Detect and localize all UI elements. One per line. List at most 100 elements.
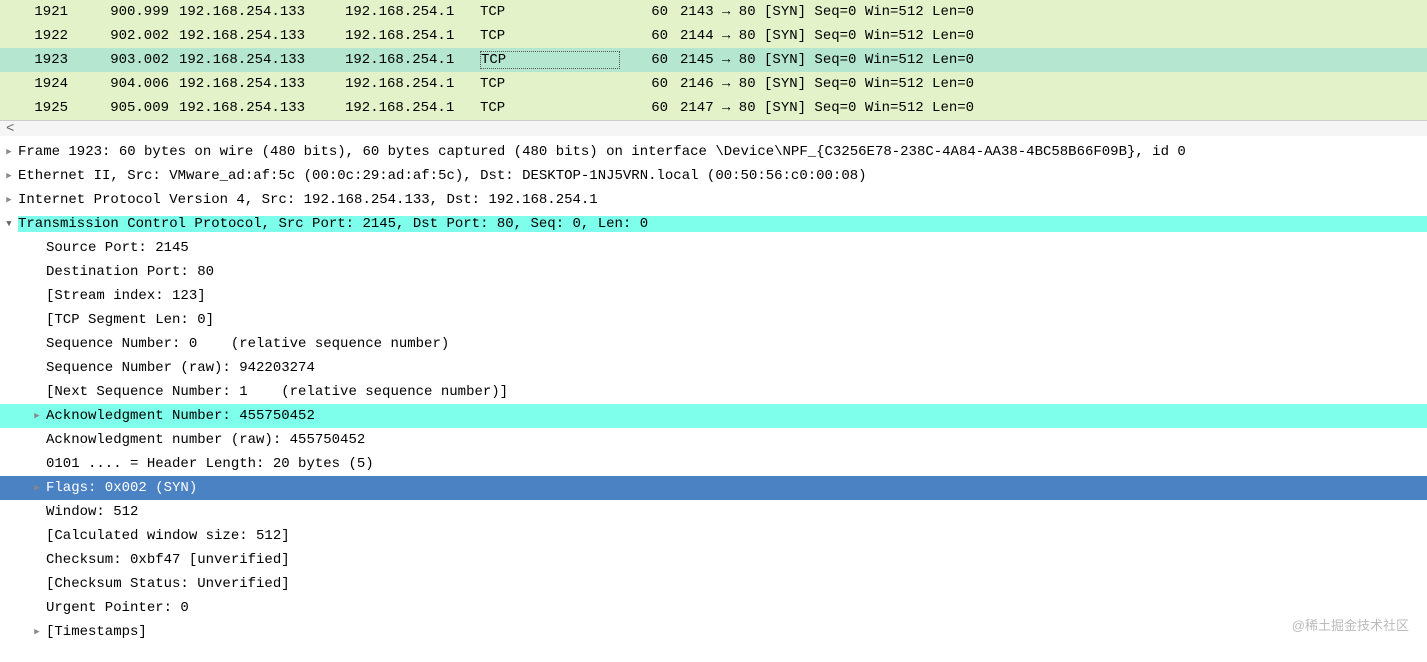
arrow-none — [28, 266, 46, 278]
tree-label: [Stream index: 123] — [46, 288, 1427, 304]
tree-urgent-pointer[interactable]: Urgent Pointer: 0 — [0, 596, 1427, 620]
col-protocol: TCP — [480, 4, 620, 20]
tree-source-port[interactable]: Source Port: 2145 — [0, 236, 1427, 260]
col-info: 2145 → 80 [SYN] Seq=0 Win=512 Len=0 — [680, 52, 1427, 68]
expand-icon[interactable] — [0, 195, 18, 205]
expand-icon[interactable] — [28, 411, 46, 421]
tree-label: Sequence Number (raw): 942203274 — [46, 360, 1427, 376]
col-destination: 192.168.254.1 — [345, 28, 480, 44]
tree-next-sequence[interactable]: [Next Sequence Number: 1 (relative seque… — [0, 380, 1427, 404]
packet-list[interactable]: 1921 900.999 192.168.254.133 192.168.254… — [0, 0, 1427, 120]
tree-sequence-number[interactable]: Sequence Number: 0 (relative sequence nu… — [0, 332, 1427, 356]
col-time: 904.006 — [80, 76, 175, 92]
col-length: 60 — [620, 52, 680, 68]
arrow-none — [28, 314, 46, 326]
tree-checksum[interactable]: Checksum: 0xbf47 [unverified] — [0, 548, 1427, 572]
tree-label: [TCP Segment Len: 0] — [46, 312, 1427, 328]
tree-frame[interactable]: Frame 1923: 60 bytes on wire (480 bits),… — [0, 140, 1427, 164]
tree-window[interactable]: Window: 512 — [0, 500, 1427, 524]
tree-label: Checksum: 0xbf47 [unverified] — [46, 552, 1427, 568]
tree-label: Acknowledgment Number: 455750452 — [46, 408, 1427, 424]
col-info: 2143 → 80 [SYN] Seq=0 Win=512 Len=0 — [680, 4, 1427, 20]
col-source: 192.168.254.133 — [175, 52, 345, 68]
tree-label: Frame 1923: 60 bytes on wire (480 bits),… — [18, 144, 1427, 160]
col-source: 192.168.254.133 — [175, 28, 345, 44]
tree-ip[interactable]: Internet Protocol Version 4, Src: 192.16… — [0, 188, 1427, 212]
tree-label: Urgent Pointer: 0 — [46, 600, 1427, 616]
expand-icon[interactable] — [0, 147, 18, 157]
tree-label: Sequence Number: 0 (relative sequence nu… — [46, 336, 1427, 352]
col-destination: 192.168.254.1 — [345, 52, 480, 68]
expand-icon[interactable] — [28, 483, 46, 493]
col-time: 902.002 — [80, 28, 175, 44]
tree-label: [Next Sequence Number: 1 (relative seque… — [46, 384, 1427, 400]
tree-segment-len[interactable]: [TCP Segment Len: 0] — [0, 308, 1427, 332]
arrow-none — [28, 290, 46, 302]
tree-label: [Calculated window size: 512] — [46, 528, 1427, 544]
col-time: 905.009 — [80, 100, 175, 116]
packet-row[interactable]: 1924 904.006 192.168.254.133 192.168.254… — [0, 72, 1427, 96]
col-protocol: TCP — [480, 76, 620, 92]
col-length: 60 — [620, 4, 680, 20]
scroll-left-icon: < — [6, 121, 14, 137]
tree-label: Destination Port: 80 — [46, 264, 1427, 280]
col-time: 903.002 — [80, 52, 175, 68]
packet-row[interactable]: 1922 902.002 192.168.254.133 192.168.254… — [0, 24, 1427, 48]
col-destination: 192.168.254.1 — [345, 4, 480, 20]
arrow-none — [28, 434, 46, 446]
col-source: 192.168.254.133 — [175, 76, 345, 92]
tree-label: Internet Protocol Version 4, Src: 192.16… — [18, 192, 1427, 208]
tree-label: Acknowledgment number (raw): 455750452 — [46, 432, 1427, 448]
arrow-none — [28, 506, 46, 518]
packet-row[interactable]: 1925 905.009 192.168.254.133 192.168.254… — [0, 96, 1427, 120]
arrow-none — [28, 554, 46, 566]
tree-destination-port[interactable]: Destination Port: 80 — [0, 260, 1427, 284]
col-protocol: TCP — [480, 100, 620, 116]
tree-calculated-window[interactable]: [Calculated window size: 512] — [0, 524, 1427, 548]
tree-checksum-status[interactable]: [Checksum Status: Unverified] — [0, 572, 1427, 596]
tree-label: Source Port: 2145 — [46, 240, 1427, 256]
col-length: 60 — [620, 28, 680, 44]
tree-ack-number[interactable]: Acknowledgment Number: 455750452 — [0, 404, 1427, 428]
packet-row-selected[interactable]: 1923 903.002 192.168.254.133 192.168.254… — [0, 48, 1427, 72]
col-no: 1921 — [0, 4, 80, 20]
col-info: 2144 → 80 [SYN] Seq=0 Win=512 Len=0 — [680, 28, 1427, 44]
expand-icon[interactable] — [0, 171, 18, 181]
tree-label: 0101 .... = Header Length: 20 bytes (5) — [46, 456, 1427, 472]
col-length: 60 — [620, 100, 680, 116]
tree-header-length[interactable]: 0101 .... = Header Length: 20 bytes (5) — [0, 452, 1427, 476]
arrow-none — [28, 602, 46, 614]
arrow-none — [28, 458, 46, 470]
col-protocol: TCP — [480, 51, 620, 69]
tree-label: Transmission Control Protocol, Src Port:… — [18, 216, 1427, 232]
collapse-icon[interactable] — [0, 219, 18, 229]
col-length: 60 — [620, 76, 680, 92]
tree-sequence-number-raw[interactable]: Sequence Number (raw): 942203274 — [0, 356, 1427, 380]
packet-row[interactable]: 1921 900.999 192.168.254.133 192.168.254… — [0, 0, 1427, 24]
tree-flags[interactable]: Flags: 0x002 (SYN) — [0, 476, 1427, 500]
col-info: 2147 → 80 [SYN] Seq=0 Win=512 Len=0 — [680, 100, 1427, 116]
tree-stream-index[interactable]: [Stream index: 123] — [0, 284, 1427, 308]
tree-label: [Checksum Status: Unverified] — [46, 576, 1427, 592]
arrow-none — [28, 362, 46, 374]
tree-timestamps[interactable]: [Timestamps] — [0, 620, 1427, 644]
arrow-none — [28, 386, 46, 398]
col-no: 1922 — [0, 28, 80, 44]
col-time: 900.999 — [80, 4, 175, 20]
tree-label: Ethernet II, Src: VMware_ad:af:5c (00:0c… — [18, 168, 1427, 184]
col-info: 2146 → 80 [SYN] Seq=0 Win=512 Len=0 — [680, 76, 1427, 92]
tree-label: Window: 512 — [46, 504, 1427, 520]
packet-details-pane[interactable]: Frame 1923: 60 bytes on wire (480 bits),… — [0, 136, 1427, 644]
tree-label: [Timestamps] — [46, 624, 1427, 640]
horizontal-scroll-indicator[interactable]: < — [0, 120, 1427, 136]
col-destination: 192.168.254.1 — [345, 76, 480, 92]
col-no: 1923 — [0, 52, 80, 68]
expand-icon[interactable] — [28, 627, 46, 637]
arrow-none — [28, 242, 46, 254]
tree-tcp[interactable]: Transmission Control Protocol, Src Port:… — [0, 212, 1427, 236]
col-source: 192.168.254.133 — [175, 4, 345, 20]
tree-ethernet[interactable]: Ethernet II, Src: VMware_ad:af:5c (00:0c… — [0, 164, 1427, 188]
tree-label: Flags: 0x002 (SYN) — [46, 480, 1427, 496]
tree-ack-number-raw[interactable]: Acknowledgment number (raw): 455750452 — [0, 428, 1427, 452]
col-no: 1925 — [0, 100, 80, 116]
